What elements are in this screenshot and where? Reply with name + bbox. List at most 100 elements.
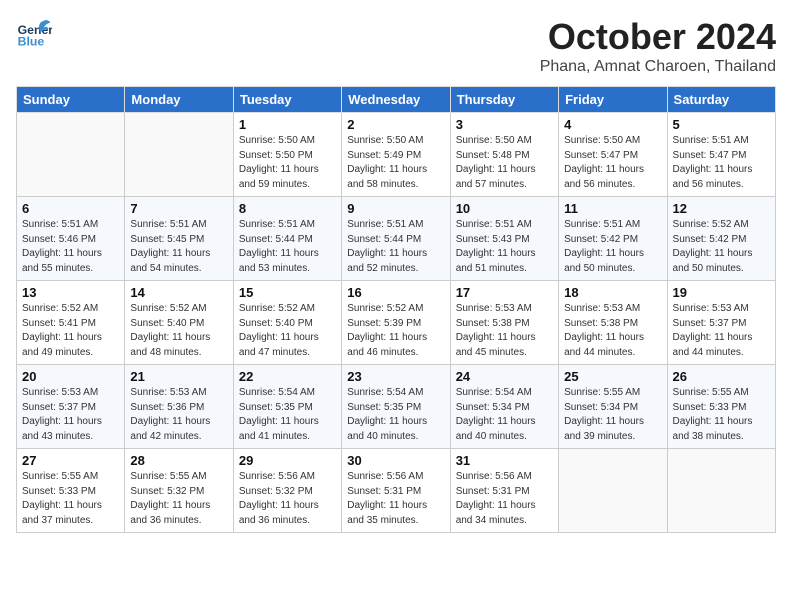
day-detail: Sunrise: 5:55 AM Sunset: 5:32 PM Dayligh… [130, 470, 227, 528]
day-of-week-monday: Monday [125, 87, 233, 113]
day-number: 20 [22, 369, 119, 384]
week-row-1: 1 Sunrise: 5:50 AM Sunset: 5:50 PM Daylig… [17, 113, 776, 197]
calendar-table: SundayMondayTuesdayWednesdayThursdayFrid… [16, 86, 776, 533]
calendar-cell: 23 Sunrise: 5:54 AM Sunset: 5:35 PM Dayli… [342, 365, 450, 449]
day-number: 13 [22, 285, 119, 300]
calendar-cell [667, 449, 775, 533]
calendar-cell: 17Sunrise: 5:53 AM Sunset: 5:38 PM Dayli… [450, 281, 558, 365]
day-detail: Sunrise: 5:53 AM Sunset: 5:36 PM Dayligh… [130, 386, 227, 444]
day-number: 28 [130, 453, 227, 468]
calendar-cell: 13 Sunrise: 5:52 AM Sunset: 5:41 PM Dayli… [17, 281, 125, 365]
day-detail: Sunrise: 5:54 AM Sunset: 5:34 PM Dayligh… [456, 386, 553, 444]
day-number: 8 [239, 201, 336, 216]
calendar-cell: 1 Sunrise: 5:50 AM Sunset: 5:50 PM Daylig… [233, 113, 341, 197]
day-number: 26 [673, 369, 770, 384]
calendar-cell: 8 Sunrise: 5:51 AM Sunset: 5:44 PM Daylig… [233, 197, 341, 281]
day-of-week-friday: Friday [559, 87, 667, 113]
day-detail: Sunrise: 5:53 AM Sunset: 5:38 PM Dayligh… [564, 302, 661, 360]
page-header: General Blue October 2024 Phana, Amnat C… [16, 16, 776, 76]
day-of-week-sunday: Sunday [17, 87, 125, 113]
calendar-cell [559, 449, 667, 533]
day-detail: Sunrise: 5:50 AM Sunset: 5:49 PM Dayligh… [347, 134, 444, 192]
day-number: 6 [22, 201, 119, 216]
calendar-cell: 4 Sunrise: 5:50 AM Sunset: 5:47 PM Daylig… [559, 113, 667, 197]
day-detail: Sunrise: 5:52 AM Sunset: 5:42 PM Dayligh… [673, 218, 770, 276]
day-number: 24 [456, 369, 553, 384]
day-detail: Sunrise: 5:55 AM Sunset: 5:34 PM Dayligh… [564, 386, 661, 444]
calendar-cell: 16 Sunrise: 5:52 AM Sunset: 5:39 PM Dayli… [342, 281, 450, 365]
day-detail: Sunrise: 5:50 AM Sunset: 5:50 PM Dayligh… [239, 134, 336, 192]
day-detail: Sunrise: 5:50 AM Sunset: 5:47 PM Dayligh… [564, 134, 661, 192]
day-number: 1 [239, 117, 336, 132]
calendar-cell: 27 Sunrise: 5:55 AM Sunset: 5:33 PM Dayli… [17, 449, 125, 533]
day-number: 15 [239, 285, 336, 300]
day-of-week-saturday: Saturday [667, 87, 775, 113]
day-detail: Sunrise: 5:51 AM Sunset: 5:46 PM Dayligh… [22, 218, 119, 276]
calendar-cell: 3 Sunrise: 5:50 AM Sunset: 5:48 PM Daylig… [450, 113, 558, 197]
day-detail: Sunrise: 5:53 AM Sunset: 5:37 PM Dayligh… [22, 386, 119, 444]
day-number: 10 [456, 201, 553, 216]
day-number: 5 [673, 117, 770, 132]
day-detail: Sunrise: 5:51 AM Sunset: 5:42 PM Dayligh… [564, 218, 661, 276]
day-detail: Sunrise: 5:55 AM Sunset: 5:33 PM Dayligh… [22, 470, 119, 528]
day-detail: Sunrise: 5:52 AM Sunset: 5:41 PM Dayligh… [22, 302, 119, 360]
day-detail: Sunrise: 5:55 AM Sunset: 5:33 PM Dayligh… [673, 386, 770, 444]
calendar-cell [17, 113, 125, 197]
week-row-5: 27 Sunrise: 5:55 AM Sunset: 5:33 PM Dayli… [17, 449, 776, 533]
day-detail: Sunrise: 5:56 AM Sunset: 5:31 PM Dayligh… [456, 470, 553, 528]
day-detail: Sunrise: 5:54 AM Sunset: 5:35 PM Dayligh… [347, 386, 444, 444]
calendar-cell: 14 Sunrise: 5:52 AM Sunset: 5:40 PM Dayli… [125, 281, 233, 365]
logo-icon: General Blue [16, 16, 52, 52]
day-number: 18 [564, 285, 661, 300]
day-detail: Sunrise: 5:51 AM Sunset: 5:44 PM Dayligh… [239, 218, 336, 276]
day-number: 14 [130, 285, 227, 300]
location-title: Phana, Amnat Charoen, Thailand [540, 58, 776, 76]
svg-text:Blue: Blue [18, 34, 45, 48]
title-block: October 2024 Phana, Amnat Charoen, Thail… [540, 16, 776, 76]
day-detail: Sunrise: 5:56 AM Sunset: 5:31 PM Dayligh… [347, 470, 444, 528]
day-detail: Sunrise: 5:56 AM Sunset: 5:32 PM Dayligh… [239, 470, 336, 528]
day-number: 23 [347, 369, 444, 384]
day-detail: Sunrise: 5:50 AM Sunset: 5:48 PM Dayligh… [456, 134, 553, 192]
day-number: 22 [239, 369, 336, 384]
day-number: 4 [564, 117, 661, 132]
day-number: 30 [347, 453, 444, 468]
calendar-cell: 15Sunrise: 5:52 AM Sunset: 5:40 PM Dayli… [233, 281, 341, 365]
day-detail: Sunrise: 5:52 AM Sunset: 5:39 PM Dayligh… [347, 302, 444, 360]
logo: General Blue [16, 16, 52, 52]
day-of-week-thursday: Thursday [450, 87, 558, 113]
day-detail: Sunrise: 5:51 AM Sunset: 5:43 PM Dayligh… [456, 218, 553, 276]
day-detail: Sunrise: 5:54 AM Sunset: 5:35 PM Dayligh… [239, 386, 336, 444]
calendar-cell: 6 Sunrise: 5:51 AM Sunset: 5:46 PM Daylig… [17, 197, 125, 281]
day-of-week-wednesday: Wednesday [342, 87, 450, 113]
day-detail: Sunrise: 5:53 AM Sunset: 5:37 PM Dayligh… [673, 302, 770, 360]
calendar-cell: 12 Sunrise: 5:52 AM Sunset: 5:42 PM Dayli… [667, 197, 775, 281]
day-number: 16 [347, 285, 444, 300]
calendar-cell: 26 Sunrise: 5:55 AM Sunset: 5:33 PM Dayli… [667, 365, 775, 449]
day-detail: Sunrise: 5:51 AM Sunset: 5:45 PM Dayligh… [130, 218, 227, 276]
day-number: 11 [564, 201, 661, 216]
day-number: 19 [673, 285, 770, 300]
month-title: October 2024 [540, 16, 776, 58]
calendar-cell: 2 Sunrise: 5:50 AM Sunset: 5:49 PM Daylig… [342, 113, 450, 197]
day-number: 17 [456, 285, 553, 300]
day-detail: Sunrise: 5:52 AM Sunset: 5:40 PM Dayligh… [130, 302, 227, 360]
day-number: 3 [456, 117, 553, 132]
week-row-4: 20 Sunrise: 5:53 AM Sunset: 5:37 PM Dayli… [17, 365, 776, 449]
calendar-cell: 19 Sunrise: 5:53 AM Sunset: 5:37 PM Dayli… [667, 281, 775, 365]
day-number: 25 [564, 369, 661, 384]
calendar-cell: 7 Sunrise: 5:51 AM Sunset: 5:45 PM Daylig… [125, 197, 233, 281]
day-number: 2 [347, 117, 444, 132]
day-number: 27 [22, 453, 119, 468]
day-number: 7 [130, 201, 227, 216]
calendar-cell: 9Sunrise: 5:51 AM Sunset: 5:44 PM Daylig… [342, 197, 450, 281]
calendar-cell: 31 Sunrise: 5:56 AM Sunset: 5:31 PM Dayli… [450, 449, 558, 533]
day-number: 29 [239, 453, 336, 468]
calendar-cell: 30 Sunrise: 5:56 AM Sunset: 5:31 PM Dayli… [342, 449, 450, 533]
day-number: 12 [673, 201, 770, 216]
days-header-row: SundayMondayTuesdayWednesdayThursdayFrid… [17, 87, 776, 113]
calendar-cell: 18 Sunrise: 5:53 AM Sunset: 5:38 PM Dayli… [559, 281, 667, 365]
calendar-cell: 5Sunrise: 5:51 AM Sunset: 5:47 PM Daylig… [667, 113, 775, 197]
day-number: 31 [456, 453, 553, 468]
calendar-cell: 28 Sunrise: 5:55 AM Sunset: 5:32 PM Dayli… [125, 449, 233, 533]
